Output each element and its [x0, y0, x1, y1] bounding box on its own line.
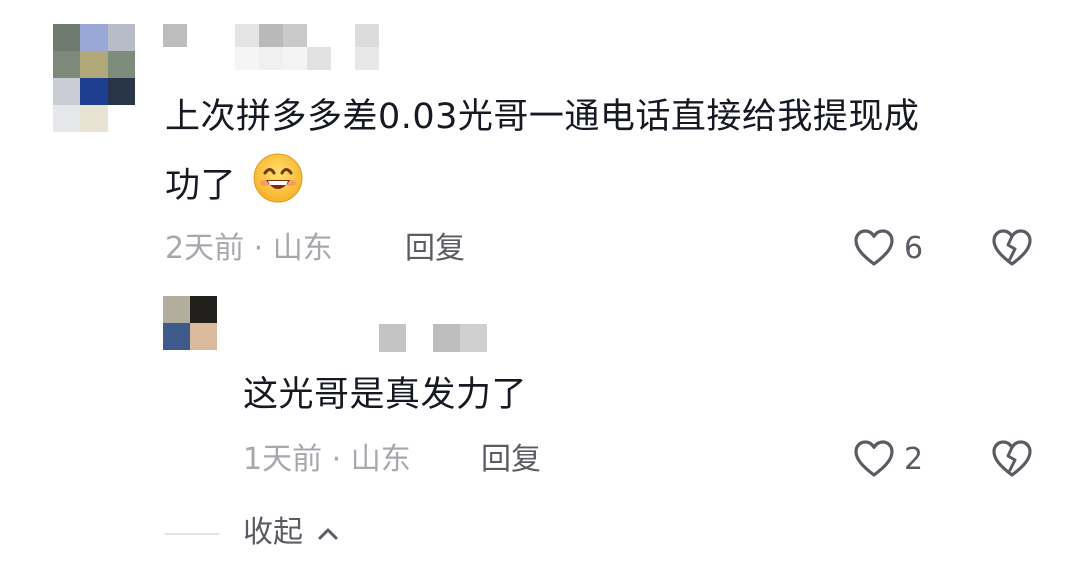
broken-heart-icon	[992, 440, 1032, 477]
reply-text: 这光哥是真发力了	[243, 375, 528, 415]
like-count: 6	[904, 231, 924, 266]
chevron-up-icon	[318, 528, 338, 539]
dislike-button[interactable]	[990, 226, 1034, 270]
heart-icon	[854, 229, 894, 266]
reply-username-redacted[interactable]	[379, 324, 487, 352]
comment-text-line2-wrap: 功了	[165, 152, 304, 222]
comment-text-line1: 上次拼多多差0.03光哥一通电话直接给我提现成	[165, 97, 920, 137]
reply-time-location: 1天前 · 山东	[243, 442, 411, 477]
avatar[interactable]	[53, 24, 135, 132]
heart-icon	[854, 440, 894, 477]
grinning-face-emoji-icon	[252, 152, 304, 222]
comment-text-line2: 功了	[165, 166, 237, 206]
collapse-label: 收起	[243, 515, 303, 550]
collapse-button[interactable]: 收起	[243, 513, 341, 553]
like-button[interactable]	[852, 226, 896, 270]
reply-reply-button[interactable]: 回复	[481, 440, 541, 480]
username-redacted[interactable]	[163, 24, 379, 70]
reply-dislike-button[interactable]	[990, 437, 1034, 481]
reply-like-button[interactable]	[852, 437, 896, 481]
comment-time-location: 2天前 · 山东	[165, 231, 333, 266]
collapse-divider	[165, 533, 219, 535]
reply-avatar[interactable]	[163, 296, 217, 350]
broken-heart-icon	[992, 229, 1032, 266]
reply-like-count: 2	[904, 442, 924, 477]
reply-button[interactable]: 回复	[405, 229, 465, 269]
